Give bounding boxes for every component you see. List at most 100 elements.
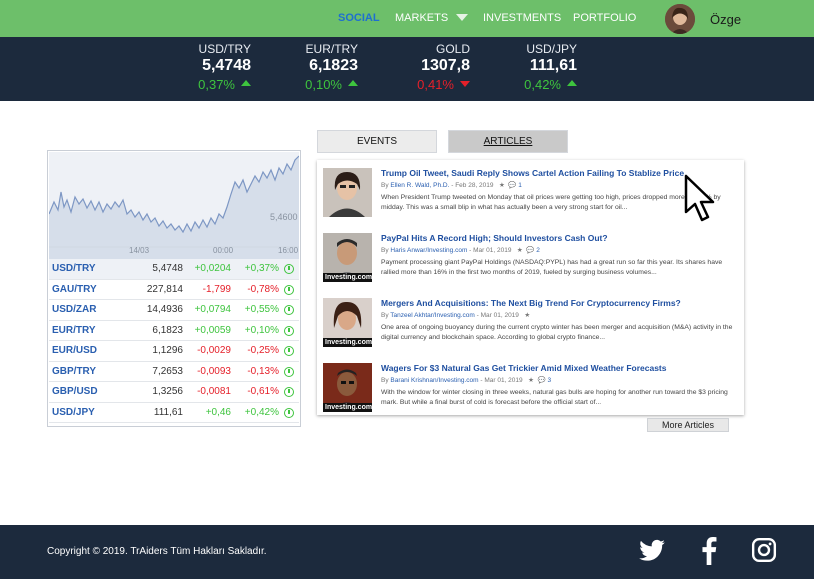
- article-summary: With the window for winter closing in th…: [381, 389, 728, 406]
- article-title[interactable]: Wagers For $3 Natural Gas Get Trickier A…: [381, 363, 666, 373]
- star-icon[interactable]: ★: [528, 377, 534, 384]
- chevron-down-icon[interactable]: [456, 14, 468, 21]
- star-icon[interactable]: ★: [524, 312, 530, 319]
- clock-icon[interactable]: [284, 366, 294, 377]
- rate-percent: -0,13%: [247, 365, 279, 377]
- rate-value: 7,2653: [152, 365, 183, 377]
- arrow-down-icon: [460, 81, 470, 87]
- article-author[interactable]: Tanzeel Akhtar/Investing.com: [390, 312, 475, 319]
- rate-value: 6,1823: [152, 324, 183, 336]
- rate-change: -0,0093: [197, 365, 231, 377]
- nav-portfolio[interactable]: PORTFOLIO: [573, 12, 636, 24]
- article-title[interactable]: PayPal Hits A Record High; Should Invest…: [381, 233, 608, 243]
- article-author[interactable]: Barani Krishnan/Investing.com: [390, 377, 478, 384]
- instagram-icon[interactable]: [751, 537, 777, 563]
- rate-symbol[interactable]: EUR/USD: [52, 345, 97, 356]
- article-thumbnail[interactable]: Investing.com: [323, 363, 372, 412]
- article-title[interactable]: Trump Oil Tweet, Saudi Reply Shows Carte…: [381, 168, 684, 178]
- nav-investments[interactable]: INVESTMENTS: [483, 12, 561, 24]
- table-row[interactable]: GAU/TRY 227,814 -1,799 -0,78%: [49, 280, 299, 300]
- rate-value: 1,1296: [152, 345, 183, 356]
- list-item[interactable]: Trump Oil Tweet, Saudi Reply Shows Carte…: [317, 160, 744, 224]
- page: SOCIAL MARKETS INVESTMENTS PORTFOLIO Özg…: [0, 0, 814, 579]
- rate-change: +0,46: [205, 406, 231, 418]
- article-meta: By Barani Krishnan/Investing.com - Mar 0…: [381, 377, 552, 384]
- article-title[interactable]: Mergers And Acquisitions: The Next Big T…: [381, 298, 681, 308]
- rate-symbol[interactable]: GBP/TRY: [52, 366, 96, 377]
- clock-icon[interactable]: [284, 407, 294, 418]
- mini-price-chart[interactable]: 5,4600 14/03 00:00 16:00: [49, 152, 299, 260]
- rate-value: 14,4936: [146, 304, 183, 315]
- comment-icon[interactable]: 💬: [508, 182, 516, 189]
- rate-symbol[interactable]: GAU/TRY: [52, 284, 97, 295]
- rate-value: 5,4748: [152, 263, 183, 274]
- ticker-item[interactable]: GOLD 1307,8 0,41%: [380, 42, 470, 92]
- clock-icon[interactable]: [284, 305, 294, 315]
- article-thumbnail[interactable]: Investing.com: [323, 233, 372, 282]
- arrow-up-icon: [567, 80, 577, 86]
- articles-list: Trump Oil Tweet, Saudi Reply Shows Carte…: [317, 160, 744, 415]
- ticker-value: 111,61: [529, 57, 577, 74]
- tab-events[interactable]: EVENTS: [317, 130, 437, 153]
- comment-icon[interactable]: 💬: [538, 377, 546, 384]
- article-author[interactable]: Haris Anwar/Investing.com: [390, 247, 467, 254]
- ticker-change: 0,41%: [380, 77, 470, 92]
- rate-value: 111,61: [153, 406, 183, 418]
- rates-panel: 5,4600 14/03 00:00 16:00 USD/TRY 5,4748 …: [47, 150, 301, 427]
- table-row[interactable]: GBP/USD 1,3256 -0,0081 -0,61%: [49, 382, 299, 403]
- ticker-item[interactable]: EUR/TRY 6,1823 0,10%: [268, 42, 358, 92]
- user-name[interactable]: Özge: [710, 12, 741, 27]
- market-ticker: USD/TRY 5,4748 0,37% EUR/TRY 6,1823 0,10…: [0, 37, 814, 101]
- chart-price-label: 5,4600: [270, 212, 298, 222]
- rate-percent: -0,78%: [247, 283, 279, 295]
- table-row[interactable]: GBP/TRY 7,2653 -0,0093 -0,13%: [49, 362, 299, 382]
- list-item[interactable]: Investing.com PayPal Hits A Record High;…: [317, 225, 744, 289]
- ticker-value: 6,1823: [309, 57, 358, 74]
- ticker-symbol: USD/TRY: [198, 42, 251, 56]
- table-row[interactable]: USD/JPY 111,61 +0,46 +0,42%: [49, 403, 299, 423]
- star-icon[interactable]: ★: [499, 182, 505, 189]
- ticker-symbol: EUR/TRY: [305, 42, 358, 56]
- ticker-item[interactable]: USD/JPY 111,61 0,42%: [487, 42, 577, 92]
- clock-icon[interactable]: [284, 264, 294, 274]
- comment-icon[interactable]: 💬: [526, 247, 534, 254]
- table-row[interactable]: EUR/TRY 6,1823 +0,0059 +0,10%: [49, 321, 299, 341]
- rate-symbol[interactable]: GBP/USD: [52, 386, 98, 397]
- rate-change: +0,0204: [194, 263, 231, 274]
- ticker-value: 5,4748: [202, 57, 251, 74]
- nav-markets[interactable]: MARKETS: [395, 12, 448, 24]
- table-row[interactable]: USD/TRY 5,4748 +0,0204 +0,37%: [49, 259, 299, 280]
- arrow-up-icon: [348, 80, 358, 86]
- arrow-up-icon: [241, 80, 251, 86]
- article-author[interactable]: Ellen R. Wald, Ph.D.: [390, 182, 449, 189]
- clock-icon[interactable]: [284, 387, 294, 397]
- article-source-badge: Investing.com: [323, 403, 372, 412]
- clock-icon[interactable]: [284, 325, 294, 336]
- tab-articles[interactable]: ARTICLES: [448, 130, 568, 153]
- clock-icon[interactable]: [284, 284, 294, 295]
- rate-symbol[interactable]: USD/ZAR: [52, 304, 96, 315]
- rate-change: -0,0029: [197, 345, 231, 356]
- rate-percent: -0,25%: [247, 345, 279, 356]
- ticker-change: 0,42%: [487, 77, 577, 92]
- list-item[interactable]: Investing.com Mergers And Acquisitions: …: [317, 290, 744, 354]
- ticker-symbol: USD/JPY: [526, 42, 577, 56]
- rate-symbol[interactable]: EUR/TRY: [52, 325, 96, 336]
- clock-icon[interactable]: [284, 346, 294, 356]
- table-row[interactable]: EUR/USD 1,1296 -0,0029 -0,25%: [49, 341, 299, 362]
- avatar[interactable]: [665, 4, 695, 34]
- ticker-item[interactable]: USD/TRY 5,4748 0,37%: [161, 42, 251, 92]
- table-row[interactable]: USD/ZAR 14,4936 +0,0794 +0,55%: [49, 300, 299, 321]
- star-icon[interactable]: ★: [517, 247, 523, 254]
- more-articles-button[interactable]: More Articles: [647, 418, 729, 432]
- article-thumbnail[interactable]: Investing.com: [323, 298, 372, 347]
- rate-symbol[interactable]: USD/JPY: [52, 407, 95, 418]
- rate-value: 1,3256: [152, 386, 183, 397]
- list-item[interactable]: Investing.com Wagers For $3 Natural Gas …: [317, 355, 744, 419]
- nav-social[interactable]: SOCIAL: [338, 12, 380, 24]
- article-thumbnail[interactable]: [323, 168, 372, 217]
- top-nav: SOCIAL MARKETS INVESTMENTS PORTFOLIO Özg…: [0, 0, 814, 37]
- twitter-icon[interactable]: [638, 537, 666, 565]
- facebook-icon[interactable]: [698, 537, 720, 565]
- rate-symbol[interactable]: USD/TRY: [52, 263, 96, 274]
